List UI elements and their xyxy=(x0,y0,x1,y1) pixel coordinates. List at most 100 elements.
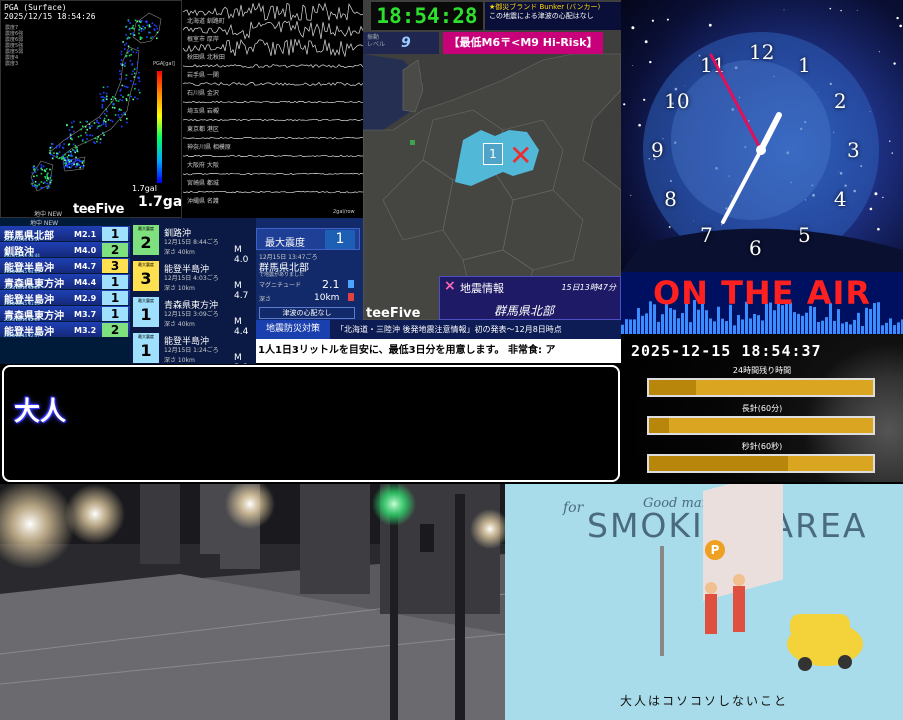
waveform-trace xyxy=(183,100,363,104)
hour-hand xyxy=(758,112,782,153)
magnitude-value: 2.1 xyxy=(322,278,340,291)
quake-magnitude: M2.1 xyxy=(74,230,97,239)
smoking-footer: 大人はコソコソしないこと xyxy=(619,694,788,708)
waveform-panel: 北海道 釧路町 根室市 厚岸 秋田県 北秋田 岩手県 一関 石川県 金沢 埼玉県 岩槻 東京… xyxy=(183,0,363,218)
station-label: 石川県 金沢 xyxy=(187,90,219,97)
disaster-ticker-label: 地震防災対策 xyxy=(256,320,330,339)
quake-list-row[interactable]: 能登半島沖 2025/12/15 04:03 M4.7 3 xyxy=(0,258,130,274)
waveform-trace xyxy=(183,136,363,140)
depth-label: 深さ xyxy=(259,296,272,303)
pga-color-scale xyxy=(157,71,162,183)
analog-clock-panel: 12 1 2 3 4 5 6 7 8 9 10 11 xyxy=(621,0,903,272)
waveform-trace xyxy=(183,64,363,69)
clock-center xyxy=(756,145,766,155)
quake-info-title: 地震情報 xyxy=(460,282,504,295)
quake-date: 2025/12/14 22:37 xyxy=(4,333,40,338)
vibration-level-value: 9 xyxy=(401,35,411,51)
pga-map-panel: PGA (Surface) 2025/12/15 18:54:26 震度7 震度6… xyxy=(0,0,182,218)
minute-label: 長針(60分) xyxy=(741,404,783,413)
eew-ticker: ★御災ブランド Bunker (バンカー) この地震による津波の心配はなし xyxy=(485,2,621,30)
waveform-trace xyxy=(183,154,363,158)
pga-max-small: 1.7gal xyxy=(132,184,157,193)
detail-intensity-caption: 最大震度 xyxy=(138,298,154,303)
quake-list-panel: 地中 NEW 群馬県北部 2025/12/15 13:47 M2.1 1 釧路沖 2025… xyxy=(0,218,130,364)
quake-list-row[interactable]: 群馬県北部 2025/12/15 13:47 M2.1 1 xyxy=(0,226,130,242)
teefive-logo: teeFive xyxy=(73,202,124,217)
station-label: 根室市 厚岸 xyxy=(187,36,219,43)
quake-intensity-badge: 1 xyxy=(102,275,128,289)
quake-magnitude: M3.2 xyxy=(74,326,97,335)
epicenter-icon: ✕ xyxy=(509,139,533,172)
quake-list-row[interactable]: 青森県東方沖 2025/12/14 22:56 M3.7 1 xyxy=(0,306,130,322)
station-label: 神奈川県 相模原 xyxy=(187,144,231,151)
pga-note: 地中 NEW xyxy=(34,211,63,218)
quake-magnitude: M3.7 xyxy=(74,310,97,319)
tsunami-status: 津波の心配なし xyxy=(259,307,355,319)
max-intensity-sub: で地震がありました xyxy=(259,272,305,278)
quake-info-region: 群馬県北部 xyxy=(494,304,555,318)
street-scene xyxy=(0,484,505,720)
detail-intensity-badge: 最大震度 2 xyxy=(133,225,159,255)
max-intensity-panel: 最大震度 1 12月15日 13:47ごろ 群馬県北部 で地震がありました マグ… xyxy=(256,218,363,320)
second-gold xyxy=(787,456,873,471)
detail-magnitude: M 2.9 xyxy=(234,353,248,364)
detail-depth: 深さ 10km xyxy=(164,357,195,364)
detail-intensity-caption: 最大震度 xyxy=(138,226,154,231)
quake-list-row[interactable]: 釧路沖 2025/12/15 08:44 M4.0 2 xyxy=(0,242,130,258)
smoking-sign-icon: P xyxy=(705,540,725,560)
station-label: 大阪府 大阪 xyxy=(187,162,219,169)
quake-info-box: × 地震情報 15日13時47分 群馬県北部 xyxy=(439,276,621,320)
detail-date: 12月15日 3:09ごろ xyxy=(164,311,219,318)
smoking-illustration xyxy=(660,484,863,671)
station-label: 沖縄県 名護 xyxy=(187,198,219,205)
station-label: 東京都 港区 xyxy=(187,126,219,133)
minute-bar xyxy=(647,416,875,435)
quake-detail-row[interactable]: 最大震度 1 青森県東方沖 12月15日 3:09ごろ 深さ 40km M 4.4 xyxy=(130,294,256,337)
max-intensity-header: 最大震度 1 xyxy=(256,228,360,250)
max-intensity-label: 最大震度 xyxy=(265,238,305,249)
waveform-trace xyxy=(183,118,363,122)
magnitude-marker xyxy=(348,280,354,288)
detail-intensity-value: 1 xyxy=(140,341,152,360)
waveform-footer: 2gal/row xyxy=(333,209,355,215)
day-remaining-bar xyxy=(647,378,875,397)
depth-marker xyxy=(348,293,354,301)
disaster-ticker: 地震防災対策 「北海道・三陸沖 後発地震注意情報」初の発表～12月8日時点 xyxy=(256,320,621,339)
second-hand xyxy=(709,53,763,152)
digital-clock: 18:54:28 xyxy=(371,2,483,30)
quake-detail-row[interactable]: 最大震度 3 能登半島沖 12月15日 4:03ごろ 深さ 10km M 4.7 xyxy=(130,258,256,301)
detail-intensity-value: 3 xyxy=(140,269,152,288)
quake-list-row[interactable]: 能登半島沖 2025/12/15 01:24 M2.9 1 xyxy=(0,290,130,306)
quake-list-header: 地中 NEW xyxy=(30,220,59,227)
quake-intensity-badge: 2 xyxy=(102,323,128,337)
risk-banner: 【最低M6〒<M9 Hi-Risk】 xyxy=(443,32,603,54)
quake-detail-row[interactable]: 最大震度1能登半島沖12月15日 1:24ごろ深さ 10kmM 2.9 xyxy=(130,330,256,364)
eew-map-panel: 1 ✕ 18:54:28 ★御災ブランド Bunker (バンカー) この地震に… xyxy=(363,0,621,320)
detail-intensity-value: 1 xyxy=(140,305,152,324)
day-remaining-label: 24時間残り時間 xyxy=(732,366,792,375)
detail-intensity-caption: 最大震度 xyxy=(138,262,154,267)
timer-panel: 2025-12-15 18:54:37 24時間残り時間 長針(60分) 秒針(… xyxy=(621,334,903,482)
detail-depth: 深さ 40km xyxy=(164,321,195,328)
quake-magnitude: M2.9 xyxy=(74,294,97,303)
quake-magnitude: M4.4 xyxy=(74,278,97,287)
detail-depth: 深さ 10km xyxy=(164,285,195,292)
depth-value: 10km xyxy=(314,293,340,303)
quake-detail-row[interactable]: 最大震度 2 釧路沖 12月15日 8:44ごろ 深さ 40km M 4.0 xyxy=(130,222,256,265)
clock-hands xyxy=(709,53,782,224)
waveform-trace xyxy=(183,172,363,176)
quake-intensity-badge: 1 xyxy=(102,227,128,241)
smoking-area-panel: for Good manners SMOKING AREA P 大人はコソコソし… xyxy=(505,484,903,720)
on-the-air-panel: ON THE AIR xyxy=(621,272,903,334)
quake-list-row[interactable]: 能登半島沖 2025/12/14 22:37 M3.2 2 xyxy=(0,322,130,338)
caption-text: 大人 xyxy=(14,397,67,427)
minute-gold xyxy=(669,418,873,433)
quake-intensity-badge: 1 xyxy=(102,307,128,321)
on-the-air-text: ON THE AIR xyxy=(652,274,872,312)
quake-detail-panel: 最大震度 2 釧路沖 12月15日 8:44ごろ 深さ 40km M 4.0 最大震度 3 能登… xyxy=(130,218,256,364)
detail-depth: 深さ 40km xyxy=(164,249,195,256)
quake-list-row[interactable]: 青森県東方沖 2025/12/15 03:09 M4.4 1 xyxy=(0,274,130,290)
info-ticker-text: 1人1日3リットルを目安に、最低3日分を用意します。 非常食: ア xyxy=(258,345,556,356)
waveform-trace xyxy=(183,81,363,86)
vibration-level-box: 振動 レベル 9 xyxy=(363,32,439,54)
